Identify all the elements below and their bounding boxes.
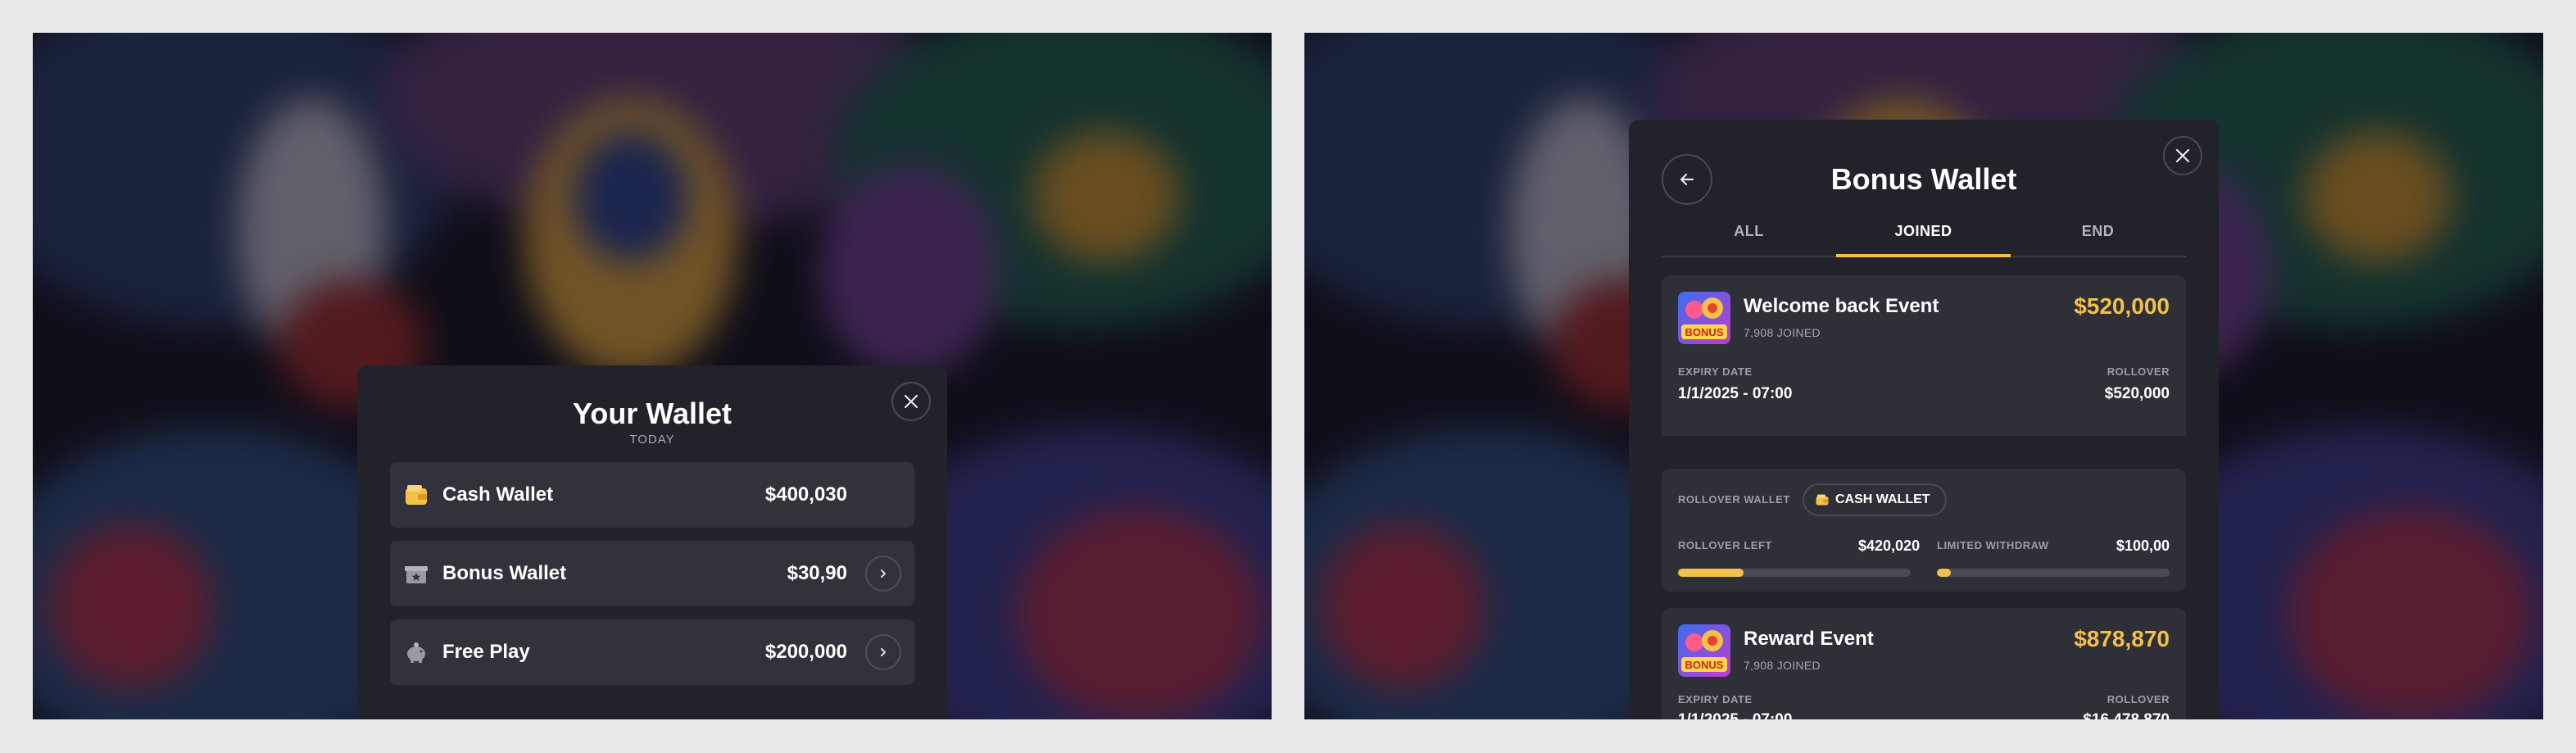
wallet-panel: Your Wallet TODAY Cash Wallet $400,030 B… xyxy=(357,365,947,719)
expiry-date-value: 1/1/2025 - 07:00 xyxy=(1678,385,1793,402)
rollover-label: ROLLOVER xyxy=(2107,693,2170,705)
event-prize: $520,000 xyxy=(2074,293,2170,319)
cash-wallet-label: Cash Wallet xyxy=(442,483,554,506)
limited-withdraw-progress xyxy=(1937,569,2170,577)
rollover-value: $520,000 xyxy=(2104,385,2170,402)
expiry-date-label: EXPIRY DATE xyxy=(1678,365,1753,378)
bonus-wallet-title: Bonus Wallet xyxy=(1830,162,2017,196)
rollover-value: $16,478,870 xyxy=(2083,711,2170,719)
rollover-wallet-section: ROLLOVER WALLET CASH WALLET ROLLOVER LEF… xyxy=(1662,469,2186,592)
rollover-wallet-label: ROLLOVER WALLET xyxy=(1678,493,1790,506)
close-button[interactable] xyxy=(2163,136,2202,175)
event-name: Reward Event xyxy=(1744,628,1874,650)
bonus-wallet-row[interactable]: Bonus Wallet $30,90 xyxy=(390,541,914,606)
cash-wallet-amount: $400,030 xyxy=(764,483,847,506)
cash-wallet-pill-label: CASH WALLET xyxy=(1835,492,1930,506)
event-thumbnail: BONUS xyxy=(1678,624,1730,677)
event-joined-count: 7,908 JOINED xyxy=(1744,326,1821,339)
rollover-label: ROLLOVER xyxy=(2107,365,2170,378)
wallet-icon xyxy=(1816,494,1829,506)
bonus-wallet-panel: Bonus Wallet ALL JOINED END BONUS Welcom… xyxy=(1629,120,2219,719)
expiry-date-label: EXPIRY DATE xyxy=(1678,693,1753,705)
gift-box-icon xyxy=(405,566,428,583)
event-card-reward[interactable]: BONUS Reward Event 7,908 JOINED $878,870… xyxy=(1662,608,2186,719)
event-name: Welcome back Event xyxy=(1744,295,1939,317)
thumb-label: BONUS xyxy=(1685,326,1724,338)
event-tabs: ALL JOINED END xyxy=(1662,213,2186,257)
event-prize: $878,870 xyxy=(2074,626,2170,651)
wallet-title: Your Wallet xyxy=(572,397,732,430)
thumb-label: BONUS xyxy=(1685,659,1724,671)
rollover-left-label: ROLLOVER LEFT xyxy=(1678,539,1772,551)
free-play-label: Free Play xyxy=(442,641,530,663)
rollover-left-progress-fill xyxy=(1678,569,1744,577)
event-joined-count: 7,908 JOINED xyxy=(1744,659,1821,672)
active-tab-indicator xyxy=(1836,254,2011,257)
cash-wallet-pill[interactable]: CASH WALLET xyxy=(1803,483,1947,516)
rollover-left-value: $420,020 xyxy=(1858,538,1921,554)
expiry-date-value: 1/1/2025 - 07:00 xyxy=(1678,711,1792,719)
event-thumbnail: BONUS xyxy=(1678,292,1730,344)
wallet-subtitle: TODAY xyxy=(629,433,675,447)
tab-end[interactable]: END xyxy=(2011,223,2185,240)
chevron-right-icon xyxy=(881,569,886,578)
wallet-icon xyxy=(406,485,427,505)
bonus-wallet-amount: $30,90 xyxy=(787,562,847,584)
wallet-screen: Your Wallet TODAY Cash Wallet $400,030 B… xyxy=(33,33,1272,719)
tab-all[interactable]: ALL xyxy=(1662,223,1836,240)
free-play-row[interactable]: Free Play $200,000 xyxy=(390,619,914,685)
bonus-wallet-open-button[interactable] xyxy=(865,556,901,592)
rollover-left-progress xyxy=(1678,569,1911,577)
free-play-amount: $200,000 xyxy=(764,641,847,663)
limited-withdraw-label: LIMITED WITHDRAW xyxy=(1937,539,2049,551)
ticket-divider xyxy=(1662,462,2186,465)
piggy-bank-icon xyxy=(407,642,425,663)
close-icon xyxy=(904,394,918,409)
bonus-wallet-label: Bonus Wallet xyxy=(442,562,567,584)
free-play-open-button[interactable] xyxy=(865,634,901,670)
close-icon xyxy=(2175,148,2190,163)
cash-wallet-row[interactable]: Cash Wallet $400,030 xyxy=(390,462,914,528)
bonus-wallet-screen: Bonus Wallet ALL JOINED END BONUS Welcom… xyxy=(1304,33,2543,719)
chevron-right-icon xyxy=(881,648,886,656)
limited-withdraw-value: $100,00 xyxy=(2116,538,2170,554)
close-button[interactable] xyxy=(891,382,931,421)
tab-joined[interactable]: JOINED xyxy=(1836,223,2011,240)
limited-withdraw-progress-fill xyxy=(1937,569,1952,577)
event-card-welcome-back[interactable]: BONUS Welcome back Event 7,908 JOINED $5… xyxy=(1662,275,2186,436)
